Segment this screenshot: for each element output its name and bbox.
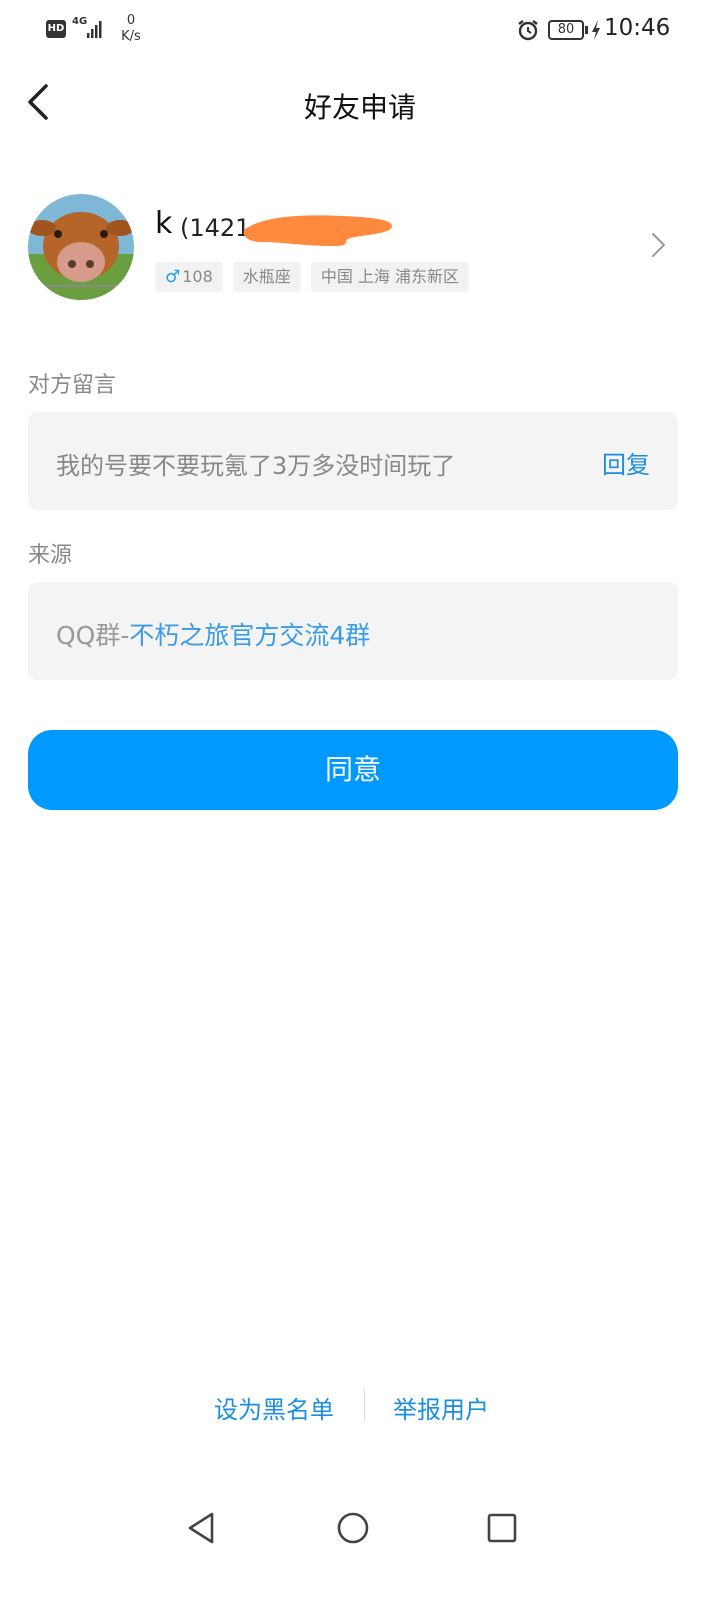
qq-number: (1421 (180, 214, 251, 242)
avatar[interactable] (28, 194, 134, 300)
nav-header: 好友申请 (0, 64, 720, 142)
network-speed: 0 K/s (116, 13, 146, 45)
cow-avatar-image (28, 194, 134, 300)
battery-icon: 80 (548, 20, 584, 40)
chevron-right-icon[interactable] (646, 230, 670, 260)
system-nav-bar (0, 1490, 720, 1570)
battery-tip (585, 26, 588, 34)
page-title: 好友申请 (303, 91, 416, 124)
age-value: 108 (182, 267, 213, 286)
nav-back-icon[interactable] (182, 1508, 222, 1548)
friend-request-screen: HD 4G 0 K/s 80 10:46 好友申请 k (1421 ♂ 108 … (0, 0, 720, 1600)
source-group-link[interactable]: 不朽之旅官方交流4群 (129, 621, 370, 650)
speed-unit: K/s (121, 29, 141, 44)
status-bar: HD 4G 0 K/s 80 10:46 (0, 0, 720, 64)
source-card: QQ群-不朽之旅官方交流4群 (28, 582, 678, 680)
reply-button[interactable]: 回复 (602, 445, 650, 480)
charging-icon (592, 20, 600, 40)
location-tag: 中国 上海 浦东新区 (310, 262, 469, 292)
source-section-label: 来源 (28, 543, 73, 568)
message-card: 我的号要不要玩氪了3万多没时间玩了 回复 (28, 412, 678, 510)
agree-button[interactable]: 同意 (28, 730, 678, 810)
redaction-scribble (243, 215, 392, 246)
footer-actions: 设为黑名单 举报用户 (0, 1386, 720, 1426)
nav-recents-icon[interactable] (482, 1508, 522, 1548)
report-user-button[interactable]: 举报用户 (393, 1390, 489, 1425)
profile-tags: ♂ 108 水瓶座 中国 上海 浦东新区 (155, 262, 469, 292)
nickname: k (155, 206, 173, 241)
alarm-icon (518, 20, 538, 41)
message-section-label: 对方留言 (28, 373, 117, 398)
message-text: 我的号要不要玩氪了3万多没时间玩了 (56, 452, 456, 480)
signal-icon (87, 21, 102, 38)
hd-indicator: HD (46, 20, 66, 38)
footer-divider (364, 1388, 365, 1422)
clock: 10:46 (604, 15, 671, 41)
speed-value: 0 (126, 13, 136, 28)
source-prefix: QQ群- (56, 621, 130, 650)
zodiac-tag: 水瓶座 (232, 262, 301, 292)
blacklist-button[interactable]: 设为黑名单 (214, 1390, 334, 1425)
nav-home-icon[interactable] (333, 1508, 373, 1548)
source-text: QQ群-不朽之旅官方交流4群 (56, 616, 370, 652)
requester-profile[interactable]: k (1421 ♂ 108 水瓶座 中国 上海 浦东新区 (0, 190, 720, 310)
age-tag: ♂ 108 (155, 262, 223, 292)
male-icon: ♂ (165, 267, 181, 287)
